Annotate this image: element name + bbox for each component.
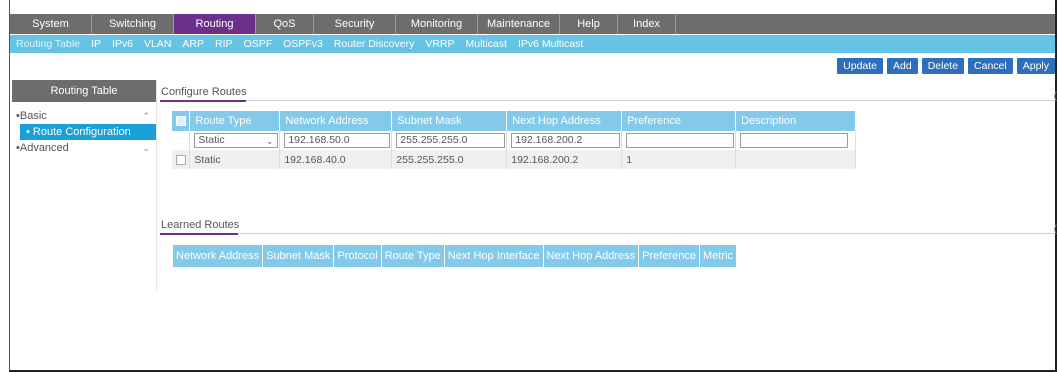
route-type-value: Static xyxy=(198,134,225,146)
nav-system[interactable]: System xyxy=(10,14,92,34)
section-divider xyxy=(238,233,1055,234)
route-type-select[interactable]: Static ⌄ xyxy=(194,133,279,148)
chevron-up-icon[interactable]: ⌃ xyxy=(142,108,150,124)
column-header: Network Address xyxy=(173,245,264,267)
column-header: Next Hop Address xyxy=(506,111,623,131)
apply-button[interactable]: Apply xyxy=(1016,58,1055,74)
subnav-ip[interactable]: IP xyxy=(91,38,101,50)
collapse-icon[interactable]: ( xyxy=(1054,91,1057,102)
cancel-button[interactable]: Cancel xyxy=(968,58,1013,74)
frame-edge xyxy=(9,0,10,372)
description-cell xyxy=(735,131,856,150)
nav-security[interactable]: Security xyxy=(314,14,396,34)
chevron-down-icon: ⌄ xyxy=(265,136,274,146)
nav-routing[interactable]: Routing xyxy=(174,14,256,34)
column-header: Next Hop Address xyxy=(544,245,640,267)
subnav-vlan[interactable]: VLAN xyxy=(144,38,171,50)
next-hop-cell: 192.168.200.2 xyxy=(506,131,623,150)
subnet-mask-cell: 255.255.255.0 xyxy=(391,150,508,169)
column-header: Subnet Mask xyxy=(263,245,335,267)
subnav-multicast[interactable]: Multicast xyxy=(466,38,507,50)
delete-button[interactable]: Delete xyxy=(921,58,965,74)
network-address-cell: 192.168.40.0 xyxy=(279,150,393,169)
configure-routes-title: Configure Routes xyxy=(161,86,247,98)
collapse-icon[interactable]: ( xyxy=(1054,224,1057,235)
network-address-cell: 192.168.50.0 xyxy=(279,131,393,150)
route-type-cell: Static xyxy=(189,150,281,169)
description-input[interactable] xyxy=(740,133,849,148)
bullet-icon: • xyxy=(26,126,33,138)
section-underline xyxy=(160,100,246,102)
sidebar-item-advanced[interactable]: •Advanced ⌄ xyxy=(12,140,156,156)
sub-nav: Routing Table IP IPv6 VLAN ARP RIP OSPF … xyxy=(10,35,1055,53)
subnav-router-discovery[interactable]: Router Discovery xyxy=(334,38,415,50)
sidebar-item-route-configuration[interactable]: • Route Configuration xyxy=(20,124,156,140)
subnet-mask-input[interactable]: 255.255.255.0 xyxy=(396,133,506,148)
sidebar-item-basic[interactable]: •Basic ⌃ xyxy=(12,108,156,124)
preference-cell: 1 xyxy=(621,150,737,169)
preference-cell xyxy=(621,131,737,150)
top-nav: System Switching Routing QoS Security Mo… xyxy=(10,14,1055,34)
checkbox-icon[interactable] xyxy=(176,116,186,127)
subnav-routing-table[interactable]: Routing Table xyxy=(16,38,80,50)
nav-monitoring[interactable]: Monitoring xyxy=(396,14,478,34)
empty-cell xyxy=(172,131,191,150)
section-divider xyxy=(246,100,1055,101)
next-hop-address-input[interactable]: 192.168.200.2 xyxy=(511,133,621,148)
table-row[interactable]: Static 192.168.40.0 255.255.255.0 192.16… xyxy=(172,150,856,169)
route-type-cell: Static ⌄ xyxy=(189,131,281,150)
sidebar-title: Routing Table xyxy=(12,80,156,102)
column-header: Metric xyxy=(700,245,737,267)
column-header: Route Type xyxy=(382,245,445,267)
column-header: Preference xyxy=(639,245,700,267)
subnav-ospf[interactable]: OSPF xyxy=(244,38,273,50)
row-checkbox[interactable] xyxy=(176,154,186,165)
table-header-row: Route Type Network Address Subnet Mask N… xyxy=(172,111,856,131)
column-header: Route Type xyxy=(189,111,281,131)
subnav-ipv6-multicast[interactable]: IPv6 Multicast xyxy=(518,38,583,50)
nav-maintenance[interactable]: Maintenance xyxy=(478,14,560,34)
sidebar: Routing Table •Basic ⌃ • Route Configura… xyxy=(12,80,156,156)
column-header: Next Hop Interface xyxy=(445,245,544,267)
column-header: Description xyxy=(735,111,856,131)
column-header: Subnet Mask xyxy=(391,111,508,131)
nav-qos[interactable]: QoS xyxy=(256,14,314,34)
add-button[interactable]: Add xyxy=(887,58,918,74)
table-row-edit: Static ⌄ 192.168.50.0 255.255.255.0 192.… xyxy=(172,131,856,150)
column-header: Protocol xyxy=(334,245,382,267)
preference-input[interactable] xyxy=(626,133,735,148)
column-header: Preference xyxy=(621,111,737,131)
nav-help[interactable]: Help xyxy=(560,14,618,34)
nav-index[interactable]: Index xyxy=(618,14,676,34)
subnet-mask-cell: 255.255.255.0 xyxy=(391,131,508,150)
subnav-rip[interactable]: RIP xyxy=(215,38,233,50)
column-header: Network Address xyxy=(279,111,393,131)
description-cell xyxy=(735,150,856,169)
subnav-arp[interactable]: ARP xyxy=(182,38,204,50)
update-button[interactable]: Update xyxy=(837,58,883,74)
subnav-ospfv3[interactable]: OSPFv3 xyxy=(283,38,323,50)
learned-routes-title: Learned Routes xyxy=(161,219,240,231)
sidebar-item-label: Basic xyxy=(19,110,47,122)
subnav-ipv6[interactable]: IPv6 xyxy=(112,38,133,50)
subnav-vrrp[interactable]: VRRP xyxy=(425,38,454,50)
sidebar-item-label: Route Configuration xyxy=(32,126,131,138)
action-buttons: Update Add Delete Cancel Apply xyxy=(837,58,1055,74)
nav-switching[interactable]: Switching xyxy=(92,14,174,34)
row-checkbox-cell xyxy=(172,150,191,169)
network-address-input[interactable]: 192.168.50.0 xyxy=(284,133,391,148)
sidebar-divider xyxy=(156,80,157,292)
select-all-checkbox[interactable] xyxy=(172,111,191,131)
sidebar-item-label: Advanced xyxy=(19,142,69,154)
configure-routes-table: Route Type Network Address Subnet Mask N… xyxy=(172,111,856,169)
next-hop-cell: 192.168.200.2 xyxy=(506,150,623,169)
chevron-down-icon[interactable]: ⌄ xyxy=(142,140,150,156)
section-underline xyxy=(160,233,238,235)
learned-routes-table-header: Network Address Subnet Mask Protocol Rou… xyxy=(173,245,737,267)
